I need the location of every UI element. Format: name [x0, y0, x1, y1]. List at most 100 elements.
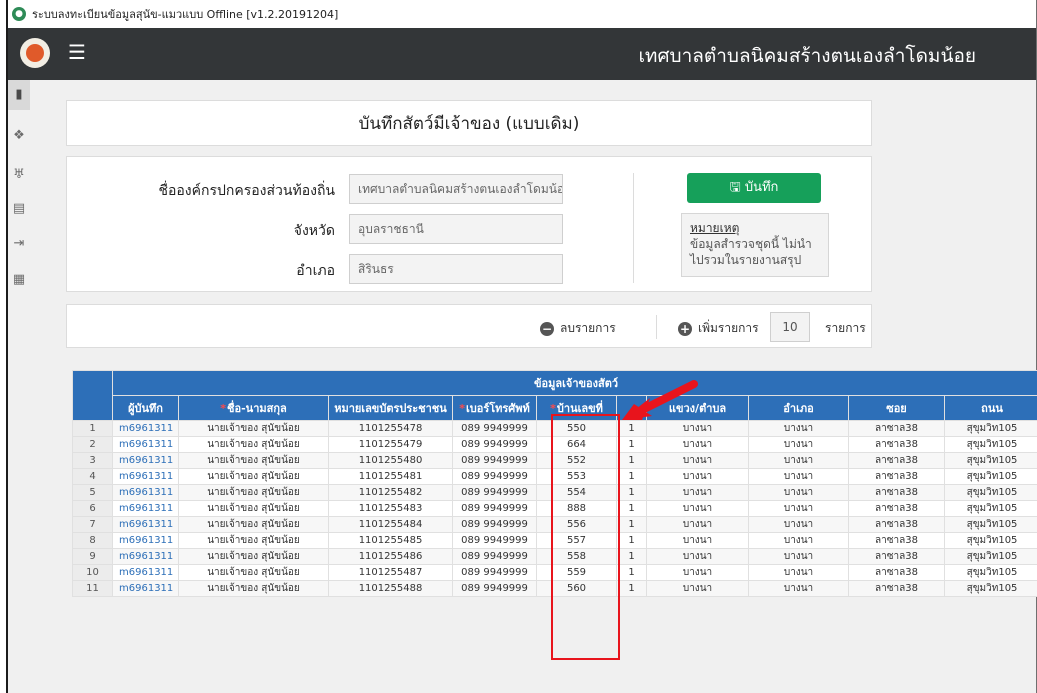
district-cell[interactable]: บางนา	[748, 436, 849, 453]
id-card-cell[interactable]: 1101255482	[328, 484, 453, 501]
recorder-cell[interactable]: m6961311	[112, 484, 179, 501]
phone-cell[interactable]: 089 9949999	[452, 484, 537, 501]
house-no-cell[interactable]: 554	[536, 484, 617, 501]
road-cell[interactable]: สุขุมวิท105	[943, 452, 1037, 469]
subdistrict-cell[interactable]: บางนา	[646, 548, 749, 565]
phone-cell[interactable]: 089 9949999	[452, 548, 537, 565]
table-row[interactable]: 9 m6961311 นายเจ้าของ สุนัขน้อย 1101255486 0…	[72, 548, 1037, 565]
logout-icon[interactable]: ⇥	[11, 236, 27, 252]
road-cell[interactable]: สุขุมวิท105	[943, 548, 1037, 565]
id-card-cell[interactable]: 1101255480	[328, 452, 453, 469]
road-cell[interactable]: สุขุมวิท105	[943, 564, 1037, 581]
recorder-cell[interactable]: m6961311	[112, 500, 179, 517]
table-row[interactable]: 5 m6961311 นายเจ้าของ สุนัขน้อย 1101255482 0…	[72, 484, 1037, 501]
subdistrict-cell[interactable]: บางนา	[646, 564, 749, 581]
add-rows-button[interactable]: + เพิ่มรายการ	[678, 319, 759, 338]
name-cell[interactable]: นายเจ้าของ สุนัขน้อย	[178, 580, 329, 597]
moo-cell[interactable]: 1	[616, 484, 647, 501]
district-cell[interactable]: บางนา	[748, 548, 849, 565]
moo-cell[interactable]: 1	[616, 500, 647, 517]
recorder-cell[interactable]: m6961311	[112, 420, 179, 437]
district-cell[interactable]: บางนา	[748, 484, 849, 501]
subdistrict-cell[interactable]: บางนา	[646, 452, 749, 469]
moo-cell[interactable]: 1	[616, 580, 647, 597]
soi-cell[interactable]: ลาซาล38	[848, 532, 945, 549]
subdistrict-cell[interactable]: บางนา	[646, 468, 749, 485]
row-index[interactable]: 5	[72, 484, 113, 501]
id-card-cell[interactable]: 1101255479	[328, 436, 453, 453]
soi-cell[interactable]: ลาซาล38	[848, 452, 945, 469]
row-index[interactable]: 11	[72, 580, 113, 597]
row-index[interactable]: 6	[72, 500, 113, 517]
road-cell[interactable]: สุขุมวิท105	[943, 436, 1037, 453]
soi-cell[interactable]: ลาซาล38	[848, 564, 945, 581]
district-cell[interactable]: บางนา	[748, 500, 849, 517]
document-icon[interactable]: ▤	[11, 201, 27, 217]
remove-rows-button[interactable]: − ลบรายการ	[540, 319, 616, 338]
table-row[interactable]: 2 m6961311 นายเจ้าของ สุนัขน้อย 1101255479 0…	[72, 436, 1037, 453]
phone-cell[interactable]: 089 9949999	[452, 500, 537, 517]
paw-icon[interactable]: ❖	[11, 128, 27, 144]
moo-cell[interactable]: 1	[616, 468, 647, 485]
name-cell[interactable]: นายเจ้าของ สุนัขน้อย	[178, 468, 329, 485]
name-cell[interactable]: นายเจ้าของ สุนัขน้อย	[178, 484, 329, 501]
district-cell[interactable]: บางนา	[748, 468, 849, 485]
table-row[interactable]: 7 m6961311 นายเจ้าของ สุนัขน้อย 1101255484 0…	[72, 516, 1037, 533]
name-cell[interactable]: นายเจ้าของ สุนัขน้อย	[178, 500, 329, 517]
district-cell[interactable]: บางนา	[748, 564, 849, 581]
org-field[interactable]: เทศบาลตำบลนิคมสร้างตนเองลำโดมน้อ	[349, 174, 563, 204]
table-row[interactable]: 8 m6961311 นายเจ้าของ สุนัขน้อย 1101255485 0…	[72, 532, 1037, 549]
moo-cell[interactable]: 1	[616, 532, 647, 549]
subdistrict-cell[interactable]: บางนา	[646, 500, 749, 517]
moo-cell[interactable]: 1	[616, 564, 647, 581]
table-row[interactable]: 10 m6961311 นายเจ้าของ สุนัขน้อย 1101255487…	[72, 564, 1037, 581]
id-card-cell[interactable]: 1101255478	[328, 420, 453, 437]
soi-cell[interactable]: ลาซาล38	[848, 436, 945, 453]
id-card-cell[interactable]: 1101255487	[328, 564, 453, 581]
road-cell[interactable]: สุขุมวิท105	[943, 532, 1037, 549]
report-icon[interactable]: ▦	[11, 272, 27, 288]
phone-cell[interactable]: 089 9949999	[452, 580, 537, 597]
house-no-cell[interactable]: 558	[536, 548, 617, 565]
house-no-cell[interactable]: 556	[536, 516, 617, 533]
road-cell[interactable]: สุขุมวิท105	[943, 468, 1037, 485]
id-card-cell[interactable]: 1101255485	[328, 532, 453, 549]
soi-cell[interactable]: ลาซาล38	[848, 420, 945, 437]
row-index[interactable]: 8	[72, 532, 113, 549]
recorder-cell[interactable]: m6961311	[112, 436, 179, 453]
house-no-cell[interactable]: 552	[536, 452, 617, 469]
moo-cell[interactable]: 1	[616, 548, 647, 565]
recorder-cell[interactable]: m6961311	[112, 580, 179, 597]
house-no-cell[interactable]: 559	[536, 564, 617, 581]
district-cell[interactable]: บางนา	[748, 580, 849, 597]
row-index[interactable]: 7	[72, 516, 113, 533]
soi-cell[interactable]: ลาซาล38	[848, 580, 945, 597]
house-no-cell[interactable]: 560	[536, 580, 617, 597]
table-row[interactable]: 3 m6961311 นายเจ้าของ สุนัขน้อย 1101255480 0…	[72, 452, 1037, 469]
district-cell[interactable]: บางนา	[748, 420, 849, 437]
district-cell[interactable]: บางนา	[748, 532, 849, 549]
menu-icon[interactable]: ☰	[68, 42, 86, 62]
subdistrict-cell[interactable]: บางนา	[646, 532, 749, 549]
table-row[interactable]: 4 m6961311 นายเจ้าของ สุนัขน้อย 1101255481 0…	[72, 468, 1037, 485]
phone-cell[interactable]: 089 9949999	[452, 516, 537, 533]
row-index[interactable]: 9	[72, 548, 113, 565]
road-cell[interactable]: สุขุมวิท105	[943, 420, 1037, 437]
row-index[interactable]: 2	[72, 436, 113, 453]
road-cell[interactable]: สุขุมวิท105	[943, 580, 1037, 597]
moo-cell[interactable]: 1	[616, 420, 647, 437]
soi-cell[interactable]: ลาซาล38	[848, 516, 945, 533]
id-card-cell[interactable]: 1101255484	[328, 516, 453, 533]
subdistrict-cell[interactable]: บางนา	[646, 420, 749, 437]
soi-cell[interactable]: ลาซาล38	[848, 468, 945, 485]
phone-cell[interactable]: 089 9949999	[452, 452, 537, 469]
subdistrict-cell[interactable]: บางนา	[646, 580, 749, 597]
house-no-cell[interactable]: 664	[536, 436, 617, 453]
house-no-cell[interactable]: 557	[536, 532, 617, 549]
dog-bowl-icon[interactable]: ♅	[11, 167, 27, 183]
recorder-cell[interactable]: m6961311	[112, 548, 179, 565]
district-cell[interactable]: บางนา	[748, 516, 849, 533]
name-cell[interactable]: นายเจ้าของ สุนัขน้อย	[178, 516, 329, 533]
recorder-cell[interactable]: m6961311	[112, 516, 179, 533]
province-field[interactable]: อุบลราชธานี	[349, 214, 563, 244]
